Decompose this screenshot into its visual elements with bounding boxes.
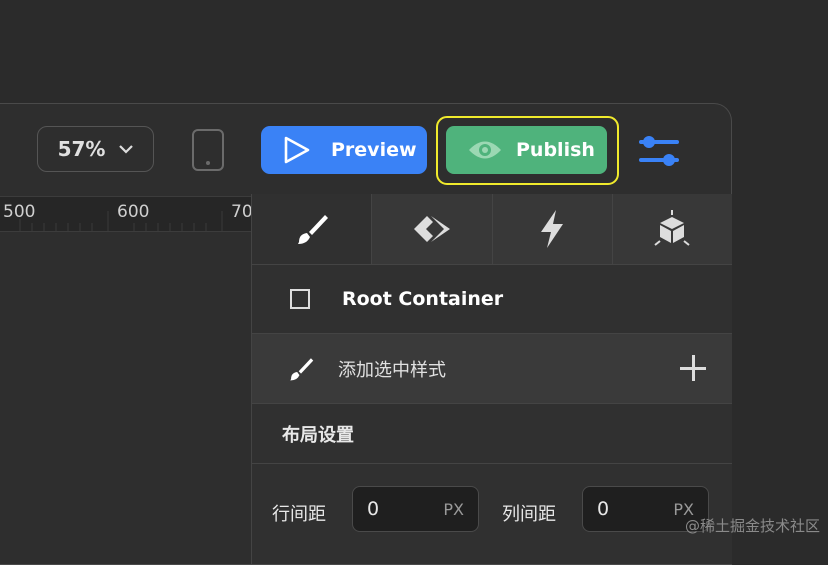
preview-button[interactable]: Preview: [261, 126, 427, 174]
row-gap-value: 0: [367, 498, 380, 520]
tab-assets[interactable]: [611, 194, 732, 264]
zoom-select[interactable]: 57%: [37, 126, 154, 172]
root-container-row[interactable]: Root Container: [252, 265, 732, 334]
ruler-ticks: [19, 211, 223, 231]
play-icon: [284, 136, 310, 164]
zoom-value: 57%: [57, 137, 106, 161]
chevron-down-icon: [119, 145, 134, 154]
inspector-panel: Root Container 添加选中样式 布局设置 行间距 0 PX 列间距 …: [251, 194, 732, 564]
tab-interactions[interactable]: [491, 194, 612, 264]
add-style-label: 添加选中样式: [338, 359, 446, 381]
layout-section-label: 布局设置: [282, 424, 354, 446]
row-gap-unit: PX: [443, 499, 464, 519]
col-gap-value: 0: [597, 498, 610, 520]
component-icon: [413, 216, 450, 242]
gap-settings-row: 行间距 0 PX 列间距 0 PX: [252, 464, 732, 564]
plus-icon[interactable]: [678, 353, 708, 383]
eye-icon: [469, 141, 501, 159]
editor-panel: 57% Preview Publish 500 600 70 Root Cont…: [0, 103, 732, 565]
root-checkbox[interactable]: [290, 289, 310, 309]
add-style-row[interactable]: 添加选中样式: [252, 334, 732, 404]
publish-button[interactable]: Publish: [446, 126, 607, 174]
preview-label: Preview: [331, 139, 417, 161]
publish-label: Publish: [516, 139, 595, 161]
tab-style[interactable]: [252, 194, 372, 264]
row-gap-label: 行间距: [272, 504, 326, 525]
root-container-label: Root Container: [342, 288, 504, 310]
layout-section-header: 布局设置: [252, 404, 732, 464]
tab-component[interactable]: [371, 194, 492, 264]
package-icon: [654, 210, 690, 246]
top-toolbar: 57% Preview Publish: [0, 104, 731, 196]
inspector-tabs: [252, 194, 732, 265]
brush-icon: [290, 357, 314, 380]
col-gap-label: 列间距: [502, 504, 556, 525]
watermark: @稀土掘金技术社区: [684, 517, 820, 535]
brush-icon: [297, 215, 328, 244]
row-gap-input[interactable]: 0 PX: [352, 486, 479, 532]
mobile-device-icon[interactable]: [192, 129, 224, 171]
horizontal-ruler: 500 600 70: [0, 196, 252, 232]
sliders-icon[interactable]: [637, 132, 681, 170]
lightning-icon: [541, 210, 564, 248]
